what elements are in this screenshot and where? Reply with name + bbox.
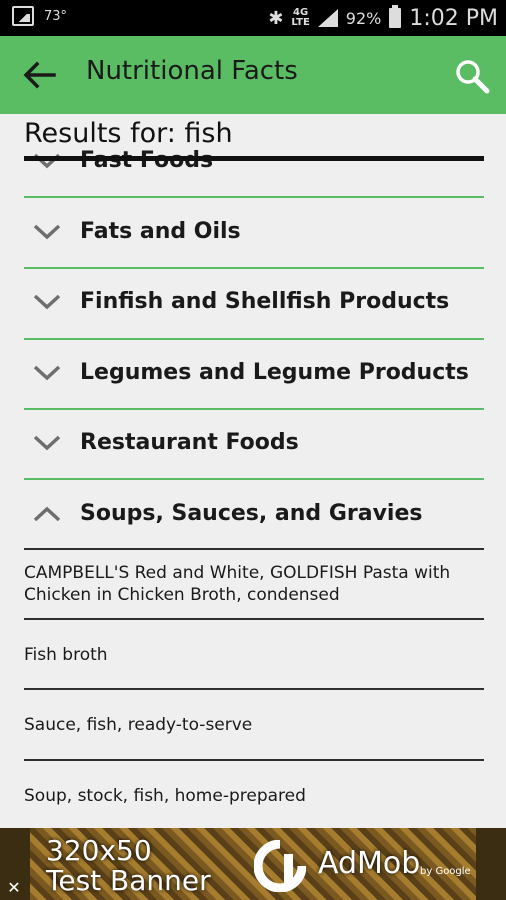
group-restaurant-foods[interactable]: Restaurant Foods — [24, 410, 484, 480]
network-indicator: 4G LTE — [291, 7, 310, 28]
group-label: Fats and Oils — [80, 219, 241, 244]
divider — [24, 196, 484, 198]
category-list[interactable]: Fast Foods Fats and Oils Finfish and She… — [0, 128, 506, 828]
list-item[interactable]: Fish broth — [24, 644, 484, 666]
ad-test-text: Test Banner — [46, 864, 211, 897]
admob-by-google: by Google — [420, 866, 471, 877]
battery-icon — [389, 5, 402, 28]
admob-brand: AdMob — [318, 846, 421, 881]
search-icon[interactable] — [454, 58, 490, 94]
group-label: Restaurant Foods — [80, 430, 299, 455]
group-legumes[interactable]: Legumes and Legume Products — [24, 340, 484, 410]
ad-size-text: 320x50 — [46, 834, 152, 867]
chevron-down-icon — [33, 294, 61, 310]
clock: 1:02 PM — [409, 5, 498, 31]
battery-percent: 92% — [345, 8, 382, 28]
close-ad-icon[interactable]: ✕ — [4, 878, 24, 898]
bluetooth-icon: ✱ — [268, 7, 284, 29]
group-label: Finfish and Shellfish Products — [80, 289, 450, 314]
group-finfish-shellfish[interactable]: Finfish and Shellfish Products — [24, 269, 484, 339]
group-label: Legumes and Legume Products — [80, 360, 469, 385]
list-item[interactable]: CAMPBELL'S Red and White, GOLDFISH Pasta… — [24, 562, 484, 606]
divider — [24, 548, 484, 550]
group-soups-sauces-gravies[interactable]: Soups, Sauces, and Gravies — [24, 481, 484, 551]
divider — [24, 478, 484, 480]
back-arrow-icon[interactable] — [22, 60, 56, 90]
app-toolbar: Nutritional Facts — [0, 36, 506, 114]
list-item[interactable]: Sauce, fish, ready-to-serve — [24, 714, 484, 736]
page-title: Nutritional Facts — [86, 56, 298, 86]
admob-logo-icon — [254, 840, 306, 892]
list-item[interactable]: Soup, stock, fish, home-prepared — [24, 785, 484, 807]
divider — [24, 688, 484, 690]
results-divider — [24, 156, 484, 161]
chevron-down-icon — [33, 365, 61, 381]
chevron-down-icon — [33, 153, 61, 169]
ad-banner[interactable]: ✕ 320x50 Test Banner AdMob by Google — [0, 828, 506, 900]
group-fats-and-oils[interactable]: Fats and Oils — [24, 199, 484, 269]
status-bar: 73° ✱ 4G LTE 92% 1:02 PM — [0, 0, 506, 36]
group-label: Soups, Sauces, and Gravies — [80, 501, 423, 526]
chevron-up-icon — [33, 506, 61, 522]
divider — [24, 618, 484, 620]
chevron-down-icon — [33, 224, 61, 240]
chevron-down-icon — [33, 435, 61, 451]
signal-icon — [317, 9, 338, 27]
results-label: Results for: fish — [24, 118, 484, 149]
temperature: 73° — [44, 8, 68, 24]
divider — [24, 759, 484, 761]
image-notification-icon — [12, 6, 34, 26]
